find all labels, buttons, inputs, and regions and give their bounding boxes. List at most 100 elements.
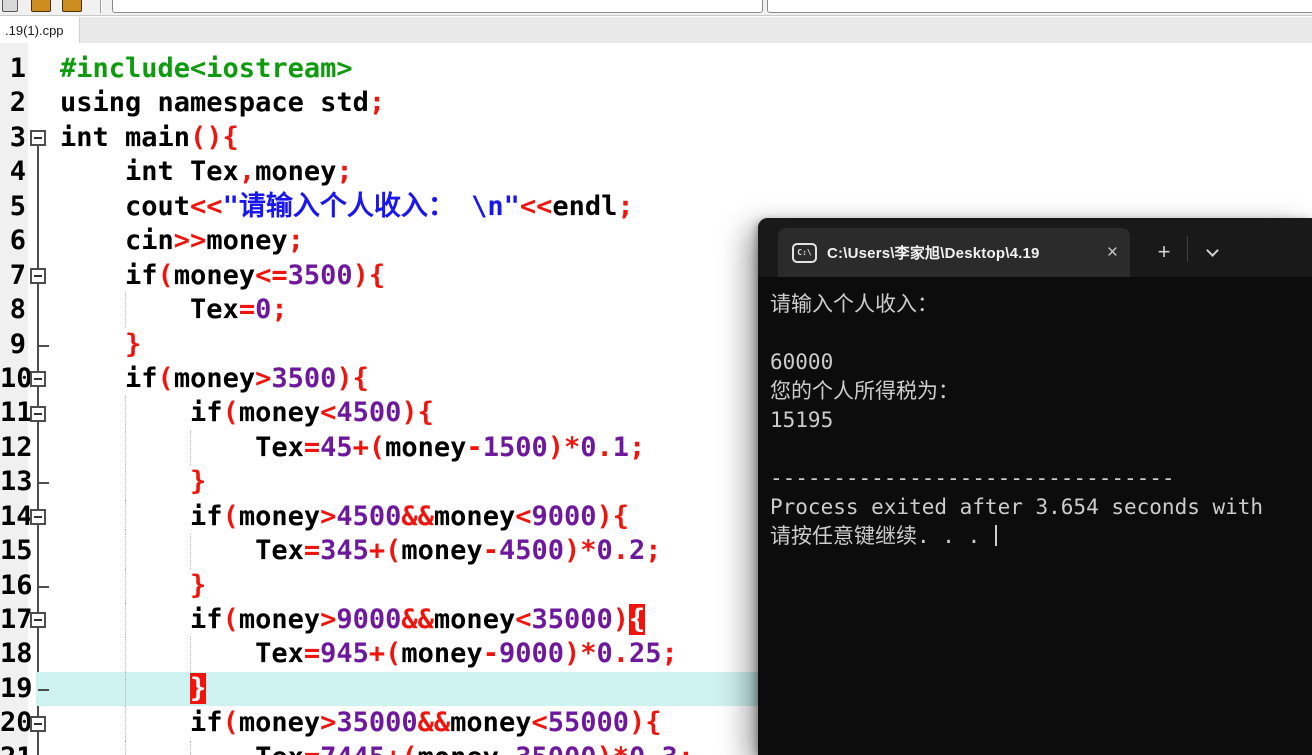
code-token: ) — [612, 604, 630, 635]
code-token: +( — [385, 742, 418, 755]
code-text: if(money<4500){ — [60, 396, 1312, 430]
code-token: +( — [368, 535, 402, 567]
toolbar-combobox-right[interactable] — [767, 0, 1312, 13]
code-editor[interactable]: 1 #include<iostream> 2 using namespace std;… — [0, 43, 1312, 755]
code-line[interactable]: 7 if(money<=3500){ — [0, 259, 1312, 293]
fold-collapse-icon[interactable] — [30, 508, 46, 525]
code-token: 0 — [629, 742, 645, 755]
code-token: 7445 — [320, 742, 385, 755]
fold-collapse-icon[interactable] — [30, 130, 46, 147]
code-line[interactable]: 3 int main(){ — [0, 121, 1312, 155]
code-token: money — [401, 535, 483, 567]
code-line[interactable]: 11 if(money<4500){ — [0, 396, 1312, 431]
code-line[interactable]: 14 if(money>4500&&money<9000){ — [0, 499, 1312, 535]
code-line[interactable]: 13 } — [0, 465, 1312, 500]
fold-collapse-icon[interactable] — [30, 267, 46, 284]
code-token: money — [238, 397, 321, 429]
fold-cell — [28, 293, 50, 327]
code-line[interactable]: 16 } — [0, 568, 1312, 603]
code-line[interactable]: 10 if(money>3500){ — [0, 362, 1312, 396]
code-token: > — [320, 604, 337, 635]
code-token: << — [190, 190, 223, 222]
code-token: . — [612, 638, 630, 670]
code-token: . — [596, 431, 613, 463]
line-number: 16 — [0, 569, 33, 601]
fold-collapse-icon[interactable] — [30, 715, 46, 732]
code-token: ; — [287, 225, 304, 257]
code-token: 55000 — [547, 707, 629, 739]
code-token: = — [303, 638, 321, 670]
code-line[interactable]: 12 Tex=45+(money-1500)*0.1; — [0, 430, 1312, 466]
code-line[interactable]: 21 Tex=7445+(money-35000)*0.3; — [0, 740, 1312, 755]
code-line[interactable]: 5 cout<<"请输入个人收入： \n"<<endl; — [0, 190, 1312, 224]
code-line[interactable]: 20 if(money>35000&&money<55000){ — [0, 706, 1312, 741]
code-area[interactable]: 1 #include<iostream> 2 using namespace std;… — [0, 52, 1312, 755]
code-token: 25 — [629, 638, 662, 670]
code-token: #include<iostream> — [60, 53, 353, 84]
toolbar-separator — [100, 0, 102, 13]
code-token: = — [238, 294, 256, 326]
code-token: cin — [60, 225, 174, 257]
code-line[interactable]: 18 Tex=945+(money-9000)*0.25; — [0, 637, 1312, 672]
code-token: 0 — [255, 294, 272, 326]
code-token: (){ — [190, 121, 239, 153]
code-token: 9000 — [336, 604, 402, 635]
toolbar-open-icon[interactable] — [31, 0, 51, 12]
fold-toggle[interactable] — [28, 362, 50, 396]
code-token: int Tex — [60, 156, 239, 188]
code-token: +( — [368, 638, 402, 670]
code-token: ; — [271, 294, 288, 326]
code-text: if(money<=3500){ — [60, 259, 1312, 293]
code-token: )* — [563, 638, 597, 670]
code-line[interactable]: 4 int Tex,money; — [0, 155, 1312, 189]
fold-collapse-icon[interactable] — [30, 371, 46, 388]
code-token: Tex — [60, 535, 304, 567]
code-token: - — [482, 638, 499, 670]
fold-toggle[interactable] — [28, 121, 50, 155]
line-number: 1 — [9, 53, 26, 84]
code-token: } — [190, 569, 207, 601]
code-line[interactable]: 8 Tex=0; — [0, 293, 1312, 328]
code-token: Tex — [60, 294, 239, 326]
code-line[interactable]: 15 Tex=345+(money-4500)*0.2; — [0, 534, 1312, 569]
code-line[interactable]: 6 cin>>money; — [0, 224, 1312, 258]
toolbar-button-icon[interactable] — [2, 0, 18, 12]
code-token: - — [499, 742, 515, 755]
toolbar-combobox-left[interactable] — [112, 0, 763, 13]
code-token: < — [515, 500, 532, 532]
line-number: 4 — [9, 156, 26, 188]
line-number: 19 — [0, 672, 33, 704]
code-text: if(money>35000&&money<55000){ — [60, 706, 1312, 740]
code-token: - — [482, 535, 499, 567]
fold-toggle[interactable] — [28, 706, 50, 740]
fold-toggle[interactable] — [28, 500, 50, 534]
code-token: <= — [255, 259, 288, 291]
code-token: = — [303, 431, 321, 463]
fold-collapse-icon[interactable] — [30, 612, 46, 629]
code-line[interactable]: 1 #include<iostream> — [0, 52, 1312, 86]
code-token: cout — [60, 190, 191, 222]
line-number: 17 — [0, 604, 33, 635]
code-line[interactable]: 19 } — [0, 671, 1312, 707]
code-token: )* — [563, 535, 597, 567]
fold-toggle[interactable] — [28, 603, 50, 637]
code-token: && — [417, 707, 451, 739]
fold-toggle[interactable] — [28, 259, 50, 293]
code-token: money — [173, 259, 256, 291]
code-line[interactable]: 9 } — [0, 328, 1312, 362]
line-number: 14 — [0, 500, 33, 532]
code-token: = — [303, 535, 321, 567]
code-token: money — [433, 604, 516, 635]
toolbar-save-icon[interactable] — [62, 0, 82, 12]
code-token: money — [206, 225, 288, 257]
code-line[interactable]: 2 using namespace std; — [0, 86, 1312, 120]
code-token: ){ — [596, 500, 630, 532]
code-token: money — [173, 362, 256, 394]
fold-toggle[interactable] — [28, 396, 50, 430]
code-token: money — [450, 707, 532, 739]
fold-collapse-icon[interactable] — [30, 405, 46, 422]
code-token: 1500 — [482, 431, 548, 463]
code-line[interactable]: 17 if(money>9000&&money<35000){ — [0, 603, 1312, 638]
editor-tab-cpp-file[interactable]: .19(1).cpp — [0, 17, 80, 43]
code-text: } — [60, 328, 1312, 362]
